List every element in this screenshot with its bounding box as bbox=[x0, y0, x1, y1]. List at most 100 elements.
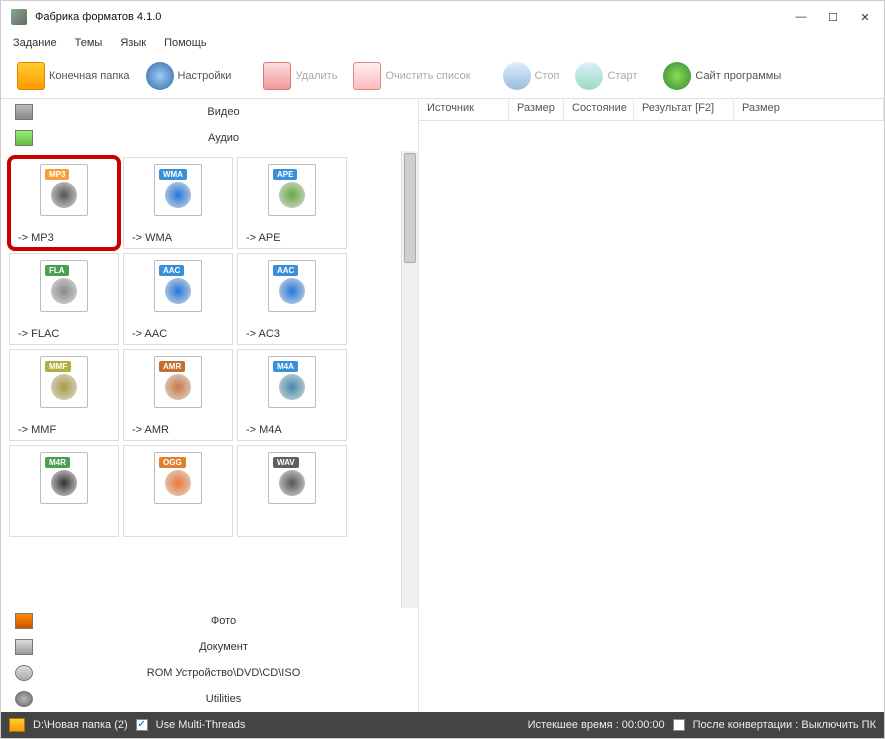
format-glyph-icon bbox=[279, 374, 305, 400]
category-document-label: Документ bbox=[43, 641, 404, 653]
window-title: Фабрика форматов 4.1.0 bbox=[35, 11, 792, 23]
format-glyph-icon bbox=[51, 182, 77, 208]
output-path[interactable]: D:\Новая папка (2) bbox=[33, 719, 128, 731]
stop-button[interactable]: Стоп bbox=[495, 60, 568, 92]
format-label: -> FLAC bbox=[14, 328, 59, 340]
format-tag: AAC bbox=[273, 265, 298, 276]
col-size2[interactable]: Размер bbox=[734, 99, 884, 120]
main-area: Видео Аудио MP3-> MP3WMA-> WMA APE -> APE F… bbox=[1, 99, 884, 712]
format-tag: AAC bbox=[159, 265, 184, 276]
format-glyph-icon bbox=[51, 374, 77, 400]
format-tile-m4r[interactable]: M4R bbox=[9, 445, 119, 537]
format-label: -> AC3 bbox=[242, 328, 280, 340]
file-icon: APE bbox=[268, 164, 316, 216]
category-rom[interactable]: ROM Устройство\DVD\CD\ISO bbox=[1, 660, 418, 686]
clear-button[interactable]: Очистить список bbox=[345, 60, 478, 92]
format-tile-mp3[interactable]: MP3-> MP3 bbox=[9, 157, 119, 249]
titlebar: Фабрика форматов 4.1.0 — ☐ ✕ bbox=[1, 1, 884, 33]
delete-button[interactable]: Удалить bbox=[255, 60, 345, 92]
video-icon bbox=[15, 104, 33, 120]
site-label: Сайт программы bbox=[695, 70, 781, 82]
format-tag: MP3 bbox=[45, 169, 69, 180]
format-tag: FLA bbox=[45, 265, 69, 276]
minimize-button[interactable]: — bbox=[792, 8, 810, 26]
output-folder-button[interactable]: Конечная папка bbox=[9, 60, 138, 92]
format-tile-wav[interactable]: WAV bbox=[237, 445, 347, 537]
format-tile-m4a[interactable]: M4A-> M4A bbox=[237, 349, 347, 441]
col-state[interactable]: Состояние bbox=[564, 99, 634, 120]
right-panel: Источник Размер Состояние Результат [F2]… bbox=[419, 99, 884, 712]
category-rom-label: ROM Устройство\DVD\CD\ISO bbox=[43, 667, 404, 679]
status-folder-icon[interactable] bbox=[9, 718, 25, 732]
format-glyph-icon bbox=[279, 278, 305, 304]
category-photo[interactable]: Фото bbox=[1, 608, 418, 634]
format-label: -> MMF bbox=[14, 424, 56, 436]
menu-help[interactable]: Помощь bbox=[164, 37, 207, 49]
clear-icon bbox=[353, 62, 381, 90]
globe-icon bbox=[663, 62, 691, 90]
format-tag: OGG bbox=[159, 457, 186, 468]
file-icon: M4R bbox=[40, 452, 88, 504]
statusbar: D:\Новая папка (2) ✓ Use Multi-Threads И… bbox=[1, 712, 884, 738]
format-tile-ogg[interactable]: OGG bbox=[123, 445, 233, 537]
format-tile-aac[interactable]: AAC-> AAC bbox=[123, 253, 233, 345]
file-icon: M4A bbox=[268, 356, 316, 408]
settings-label: Настройки bbox=[178, 70, 232, 82]
stop-icon bbox=[503, 62, 531, 90]
category-utilities[interactable]: Utilities bbox=[1, 686, 418, 712]
photo-icon bbox=[15, 613, 33, 629]
close-button[interactable]: ✕ bbox=[856, 8, 874, 26]
column-headers: Источник Размер Состояние Результат [F2]… bbox=[419, 99, 884, 121]
format-tile-amr[interactable]: AMR-> AMR bbox=[123, 349, 233, 441]
site-button[interactable]: Сайт программы bbox=[655, 60, 789, 92]
file-icon: AAC bbox=[154, 260, 202, 312]
file-icon: WAV bbox=[268, 452, 316, 504]
format-tile-aac[interactable]: AAC -> AC3 bbox=[237, 253, 347, 345]
file-icon: MP3 bbox=[40, 164, 88, 216]
format-grid-scroll[interactable]: MP3-> MP3WMA-> WMA APE -> APE FLA -> FLAC AAC… bbox=[1, 151, 401, 608]
format-glyph-icon bbox=[279, 182, 305, 208]
format-tag: APE bbox=[273, 169, 297, 180]
file-icon: OGG bbox=[154, 452, 202, 504]
delete-label: Удалить bbox=[295, 70, 337, 82]
format-tile-fla[interactable]: FLA -> FLAC bbox=[9, 253, 119, 345]
output-folder-label: Конечная папка bbox=[49, 70, 130, 82]
format-label: -> APE bbox=[242, 232, 281, 244]
start-label: Старт bbox=[607, 70, 637, 82]
clear-label: Очистить список bbox=[385, 70, 470, 82]
scrollbar[interactable] bbox=[401, 151, 418, 608]
category-document[interactable]: Документ bbox=[1, 634, 418, 660]
file-icon: MMF bbox=[40, 356, 88, 408]
format-label: -> WMA bbox=[128, 232, 172, 244]
maximize-button[interactable]: ☐ bbox=[824, 8, 842, 26]
window-buttons: — ☐ ✕ bbox=[792, 8, 874, 26]
after-label: После конвертации : Выключить ПК bbox=[693, 719, 876, 731]
menu-theme[interactable]: Темы bbox=[75, 37, 103, 49]
format-tile-mmf[interactable]: MMF -> MMF bbox=[9, 349, 119, 441]
format-label: -> AMR bbox=[128, 424, 169, 436]
file-icon: FLA bbox=[40, 260, 88, 312]
after-checkbox[interactable] bbox=[673, 719, 685, 731]
menubar: Задание Темы Язык Помощь bbox=[1, 33, 884, 53]
format-glyph-icon bbox=[165, 470, 191, 496]
file-list-empty bbox=[419, 121, 884, 712]
col-result[interactable]: Результат [F2] bbox=[634, 99, 734, 120]
category-audio[interactable]: Аудио bbox=[1, 125, 418, 151]
scrollbar-thumb[interactable] bbox=[404, 153, 416, 263]
audio-icon bbox=[15, 130, 33, 146]
menu-lang[interactable]: Язык bbox=[120, 37, 146, 49]
format-tile-wma[interactable]: WMA-> WMA bbox=[123, 157, 233, 249]
settings-button[interactable]: Настройки bbox=[138, 60, 240, 92]
menu-task[interactable]: Задание bbox=[13, 37, 57, 49]
format-tile-ape[interactable]: APE -> APE bbox=[237, 157, 347, 249]
format-tag: WAV bbox=[273, 457, 299, 468]
gear-icon bbox=[146, 62, 174, 90]
format-grid: MP3-> MP3WMA-> WMA APE -> APE FLA -> FLAC AAC… bbox=[9, 157, 393, 537]
col-size[interactable]: Размер bbox=[509, 99, 564, 120]
start-button[interactable]: Старт bbox=[567, 60, 645, 92]
col-source[interactable]: Источник bbox=[419, 99, 509, 120]
threads-checkbox[interactable]: ✓ bbox=[136, 719, 148, 731]
left-panel: Видео Аудио MP3-> MP3WMA-> WMA APE -> APE F… bbox=[1, 99, 419, 712]
category-video[interactable]: Видео bbox=[1, 99, 418, 125]
document-icon bbox=[15, 639, 33, 655]
